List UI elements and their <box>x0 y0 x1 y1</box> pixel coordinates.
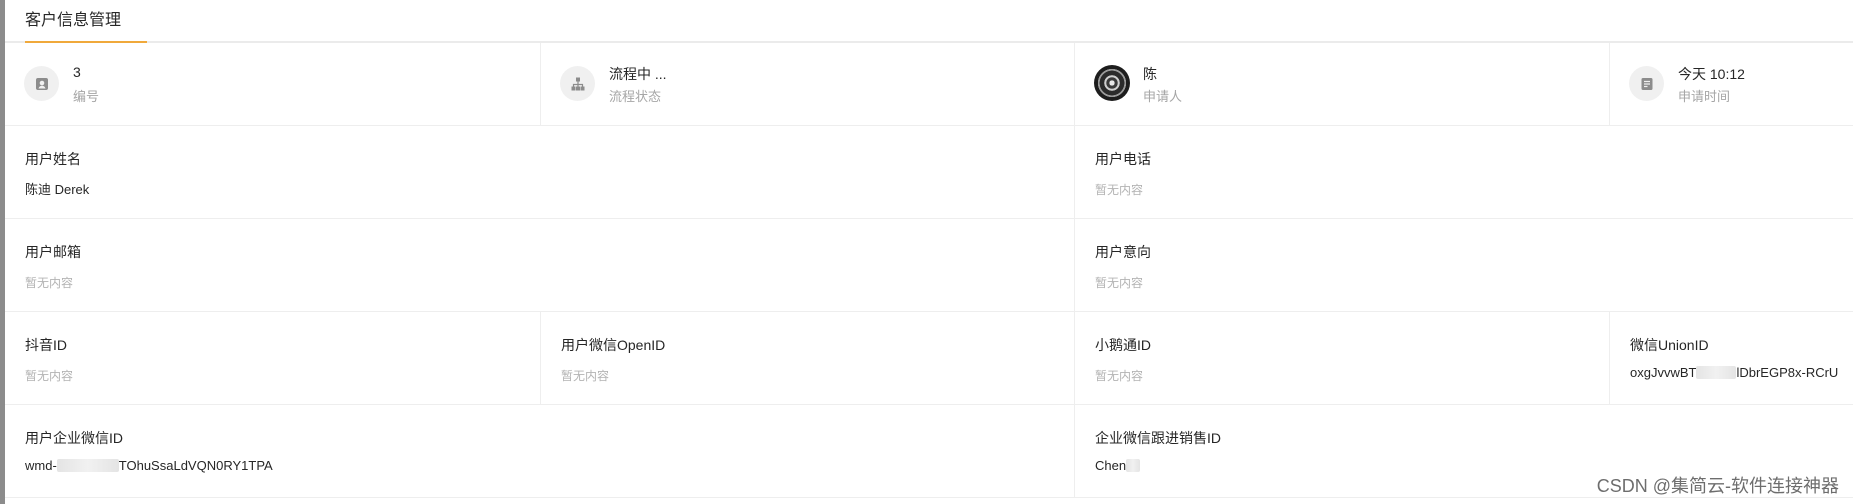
summary-label: 申请人 <box>1143 89 1183 104</box>
note-icon <box>1629 66 1664 101</box>
field-value[interactable]: Chen <box>1095 458 1141 473</box>
field-wecom-id: 用户企业微信ID wmd- TOhuSsaLdVQN0RY1TPA <box>5 405 1075 497</box>
field-user-email: 用户邮箱 暂无内容 <box>5 219 1075 311</box>
summary-number: 3 编号 <box>5 43 541 125</box>
field-label: 用户意向 <box>1095 244 1151 260</box>
field-user-name: 用户姓名 陈迪 Derek <box>5 126 1075 218</box>
summary-value: 今天 10:12 <box>1678 66 1745 82</box>
avatar <box>1094 65 1130 101</box>
field-value[interactable]: oxgJvvwBT lDbrEGP8x-RCrU <box>1630 365 1838 380</box>
field-value-empty: 暂无内容 <box>561 369 610 383</box>
tab-customer-info[interactable]: 客户信息管理 <box>25 0 147 43</box>
field-label: 用户电话 <box>1095 151 1151 167</box>
field-label: 用户企业微信ID <box>25 430 123 446</box>
watermark: CSDN @集简云-软件连接神器 <box>1596 476 1839 496</box>
field-value-empty: 暂无内容 <box>25 369 74 383</box>
field-label: 小鹅通ID <box>1095 337 1151 353</box>
field-label: 用户姓名 <box>25 151 81 167</box>
value-suffix: lDbrEGP8x-RCrU <box>1736 365 1839 380</box>
field-label: 抖音ID <box>25 337 67 353</box>
value-prefix: wmd- <box>25 458 57 473</box>
field-value[interactable]: wmd- TOhuSsaLdVQN0RY1TPA <box>25 458 273 473</box>
field-row: 用户邮箱 暂无内容 用户意向 暂无内容 <box>5 219 1853 312</box>
field-label: 微信UnionID <box>1630 337 1709 353</box>
field-row: 抖音ID 暂无内容 用户微信OpenID 暂无内容 小鹅通ID 暂无内容 微信U… <box>5 312 1853 405</box>
field-user-intent: 用户意向 暂无内容 <box>1075 219 1853 311</box>
value-suffix: TOhuSsaLdVQN0RY1TPA <box>118 458 273 473</box>
summary-time: 今天 10:12 申请时间 <box>1610 43 1853 125</box>
redacted-block <box>56 459 119 472</box>
redacted-block <box>1696 366 1737 379</box>
field-wechat-openid: 用户微信OpenID 暂无内容 <box>541 312 1075 404</box>
field-value-empty: 暂无内容 <box>1095 276 1144 290</box>
summary-value: 陈 <box>1143 66 1157 82</box>
value-prefix: oxgJvvwBT <box>1630 365 1697 380</box>
field-wechat-unionid: 微信UnionID oxgJvvwBT lDbrEGP8x-RCrU <box>1610 312 1853 404</box>
field-label: 用户微信OpenID <box>561 337 666 353</box>
field-value[interactable]: 陈迪 Derek <box>25 179 89 198</box>
field-label: 企业微信跟进销售ID <box>1095 430 1221 446</box>
summary-applicant: 陈 申请人 <box>1075 43 1610 125</box>
field-row: 用户企业微信ID wmd- TOhuSsaLdVQN0RY1TPA 企业微信跟进销… <box>5 405 1853 498</box>
field-value-empty: 暂无内容 <box>25 276 74 290</box>
summary-status: 流程中 ... 流程状态 <box>541 43 1075 125</box>
redacted-block <box>1126 459 1141 472</box>
field-label: 用户邮箱 <box>25 244 81 260</box>
summary-label: 申请时间 <box>1678 89 1731 104</box>
summary-row: 3 编号 流程中 ... 流程状态 陈 申请人 今天 10:12 申请时间 <box>5 43 1853 126</box>
tab-bar: 客户信息管理 <box>5 0 1853 43</box>
summary-label: 编号 <box>73 89 100 104</box>
value-prefix: Chen <box>1095 458 1127 473</box>
field-value-empty: 暂无内容 <box>1095 369 1144 383</box>
flow-tree-icon <box>560 66 595 101</box>
field-xiaoetong-id: 小鹅通ID 暂无内容 <box>1075 312 1610 404</box>
summary-label: 流程状态 <box>609 89 662 104</box>
tab-label: 客户信息管理 <box>25 12 122 29</box>
field-value-empty: 暂无内容 <box>1095 183 1144 197</box>
field-row: 用户姓名 陈迪 Derek 用户电话 暂无内容 <box>5 126 1853 219</box>
field-douyin-id: 抖音ID 暂无内容 <box>5 312 541 404</box>
summary-value: 流程中 ... <box>609 66 667 82</box>
field-user-phone: 用户电话 暂无内容 <box>1075 126 1853 218</box>
id-card-icon <box>24 66 59 101</box>
summary-value: 3 <box>73 64 81 80</box>
